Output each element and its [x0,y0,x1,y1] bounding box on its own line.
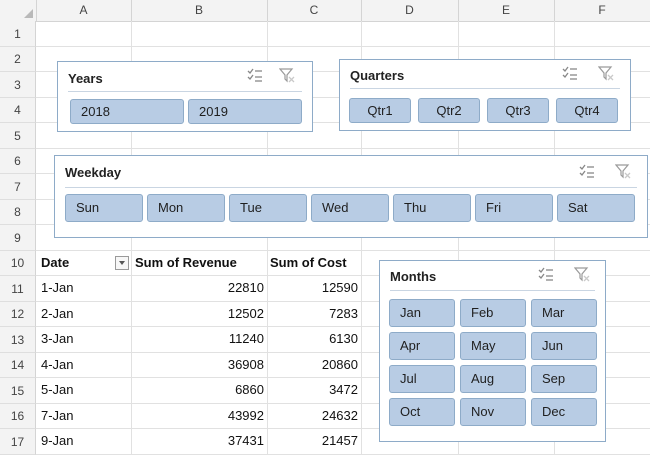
row-header-2[interactable]: 2 [0,47,36,72]
slicer-item-aug[interactable]: Aug [460,365,526,393]
multi-select-icon[interactable] [562,66,578,81]
cost-cell[interactable]: 6130 [267,331,358,346]
column-header-bar: A B C D E F [0,0,650,22]
slicer-item-qtr4[interactable]: Qtr4 [556,98,618,123]
slicer-item-thu[interactable]: Thu [393,194,471,222]
date-cell[interactable]: 3-Jan [41,331,74,346]
date-cell[interactable]: 1-Jan [41,280,74,295]
column-header-f[interactable]: F [554,0,650,21]
clear-filter-icon[interactable] [598,66,614,81]
slicer-item-dec[interactable]: Dec [531,398,597,426]
date-cell[interactable]: 4-Jan [41,357,74,372]
row-header-16[interactable]: 16 [0,404,36,429]
weekday-slicer-title: Weekday [65,165,122,180]
slicer-item-feb[interactable]: Feb [460,299,526,327]
row-header-5[interactable]: 5 [0,123,36,149]
column-header-e[interactable]: E [458,0,555,21]
slicer-item-apr[interactable]: Apr [389,332,455,360]
revenue-cell[interactable]: 6860 [131,382,264,397]
slicer-item-qtr2[interactable]: Qtr2 [418,98,480,123]
slicer-item-mon[interactable]: Mon [147,194,225,222]
cost-cell[interactable]: 7283 [267,306,358,321]
column-header-b[interactable]: B [131,0,268,21]
quarters-slicer-title: Quarters [350,68,405,83]
clear-filter-icon[interactable] [574,267,590,282]
clear-filter-icon[interactable] [279,68,295,83]
date-cell[interactable]: 7-Jan [41,408,74,423]
row-header-8[interactable]: 8 [0,200,36,225]
row-header-7[interactable]: 7 [0,174,36,200]
years-slicer-title: Years [68,71,103,86]
slicer-item-sun[interactable]: Sun [65,194,143,222]
slicer-item-sat[interactable]: Sat [557,194,635,222]
row-header-1[interactable]: 1 [0,21,36,47]
cost-cell[interactable]: 21457 [267,433,358,448]
row-header-12[interactable]: 12 [0,302,36,327]
weekday-slicer[interactable]: Weekday Sun Mon Tue Wed Thu Fri Sat [54,155,648,238]
revenue-cell[interactable]: 11240 [131,331,264,346]
select-all-corner[interactable] [0,0,37,21]
row-header-3[interactable]: 3 [0,72,36,98]
row-header-11[interactable]: 11 [0,276,36,302]
clear-filter-icon[interactable] [615,164,631,179]
slicer-item-nov[interactable]: Nov [460,398,526,426]
slicer-item-tue[interactable]: Tue [229,194,307,222]
row-header-17[interactable]: 17 [0,429,36,455]
cost-cell[interactable]: 20860 [267,357,358,372]
multi-select-icon[interactable] [247,68,263,83]
date-cell[interactable]: 5-Jan [41,382,74,397]
months-slicer[interactable]: Months Jan Feb Mar Apr May Jun Jul Aug Sep Oct Nov… [379,260,606,442]
cost-cell[interactable]: 3472 [267,382,358,397]
revenue-cell[interactable]: 37431 [131,433,264,448]
months-slicer-title: Months [390,269,437,284]
spreadsheet: A B C D E F 1 2 3 4 5 6 7 8 9 10 11 12 13 14 15 16 17 Da… [0,0,650,455]
row-header-4[interactable]: 4 [0,98,36,123]
cost-cell[interactable]: 24632 [267,408,358,423]
slicer-item-may[interactable]: May [460,332,526,360]
slicer-item-mar[interactable]: Mar [531,299,597,327]
slicer-item-jun[interactable]: Jun [531,332,597,360]
revenue-header[interactable]: Sum of Revenue [135,255,237,270]
slicer-item-fri[interactable]: Fri [475,194,553,222]
slicer-item-jan[interactable]: Jan [389,299,455,327]
multi-select-icon[interactable] [579,164,595,179]
slicer-item-2018[interactable]: 2018 [70,99,184,124]
row-header-6[interactable]: 6 [0,149,36,174]
revenue-cell[interactable]: 36908 [131,357,264,372]
row-gridline [36,46,650,47]
date-filter-dropdown[interactable] [115,256,129,270]
slicer-item-jul[interactable]: Jul [389,365,455,393]
row-header-9[interactable]: 9 [0,225,36,251]
slicer-item-wed[interactable]: Wed [311,194,389,222]
row-gridline [36,148,650,149]
slicer-item-qtr3[interactable]: Qtr3 [487,98,549,123]
slicer-item-oct[interactable]: Oct [389,398,455,426]
cost-cell[interactable]: 12590 [267,280,358,295]
row-gridline [36,250,650,251]
revenue-cell[interactable]: 12502 [131,306,264,321]
revenue-cell[interactable]: 43992 [131,408,264,423]
column-header-c[interactable]: C [267,0,362,21]
row-header-14[interactable]: 14 [0,353,36,378]
date-cell[interactable]: 9-Jan [41,433,74,448]
years-slicer[interactable]: Years 2018 2019 [57,61,313,132]
row-header-15[interactable]: 15 [0,378,36,404]
slicer-item-sep[interactable]: Sep [531,365,597,393]
cost-header[interactable]: Sum of Cost [270,255,347,270]
quarters-slicer[interactable]: Quarters Qtr1 Qtr2 Qtr3 Qtr4 [339,59,631,131]
date-cell[interactable]: 2-Jan [41,306,74,321]
revenue-cell[interactable]: 22810 [131,280,264,295]
column-header-d[interactable]: D [361,0,459,21]
row-header-13[interactable]: 13 [0,327,36,353]
slicer-item-2019[interactable]: 2019 [188,99,302,124]
slicer-item-qtr1[interactable]: Qtr1 [349,98,411,123]
multi-select-icon[interactable] [538,267,554,282]
row-header-10[interactable]: 10 [0,251,36,276]
column-header-a[interactable]: A [36,0,132,21]
date-header[interactable]: Date [41,255,69,270]
